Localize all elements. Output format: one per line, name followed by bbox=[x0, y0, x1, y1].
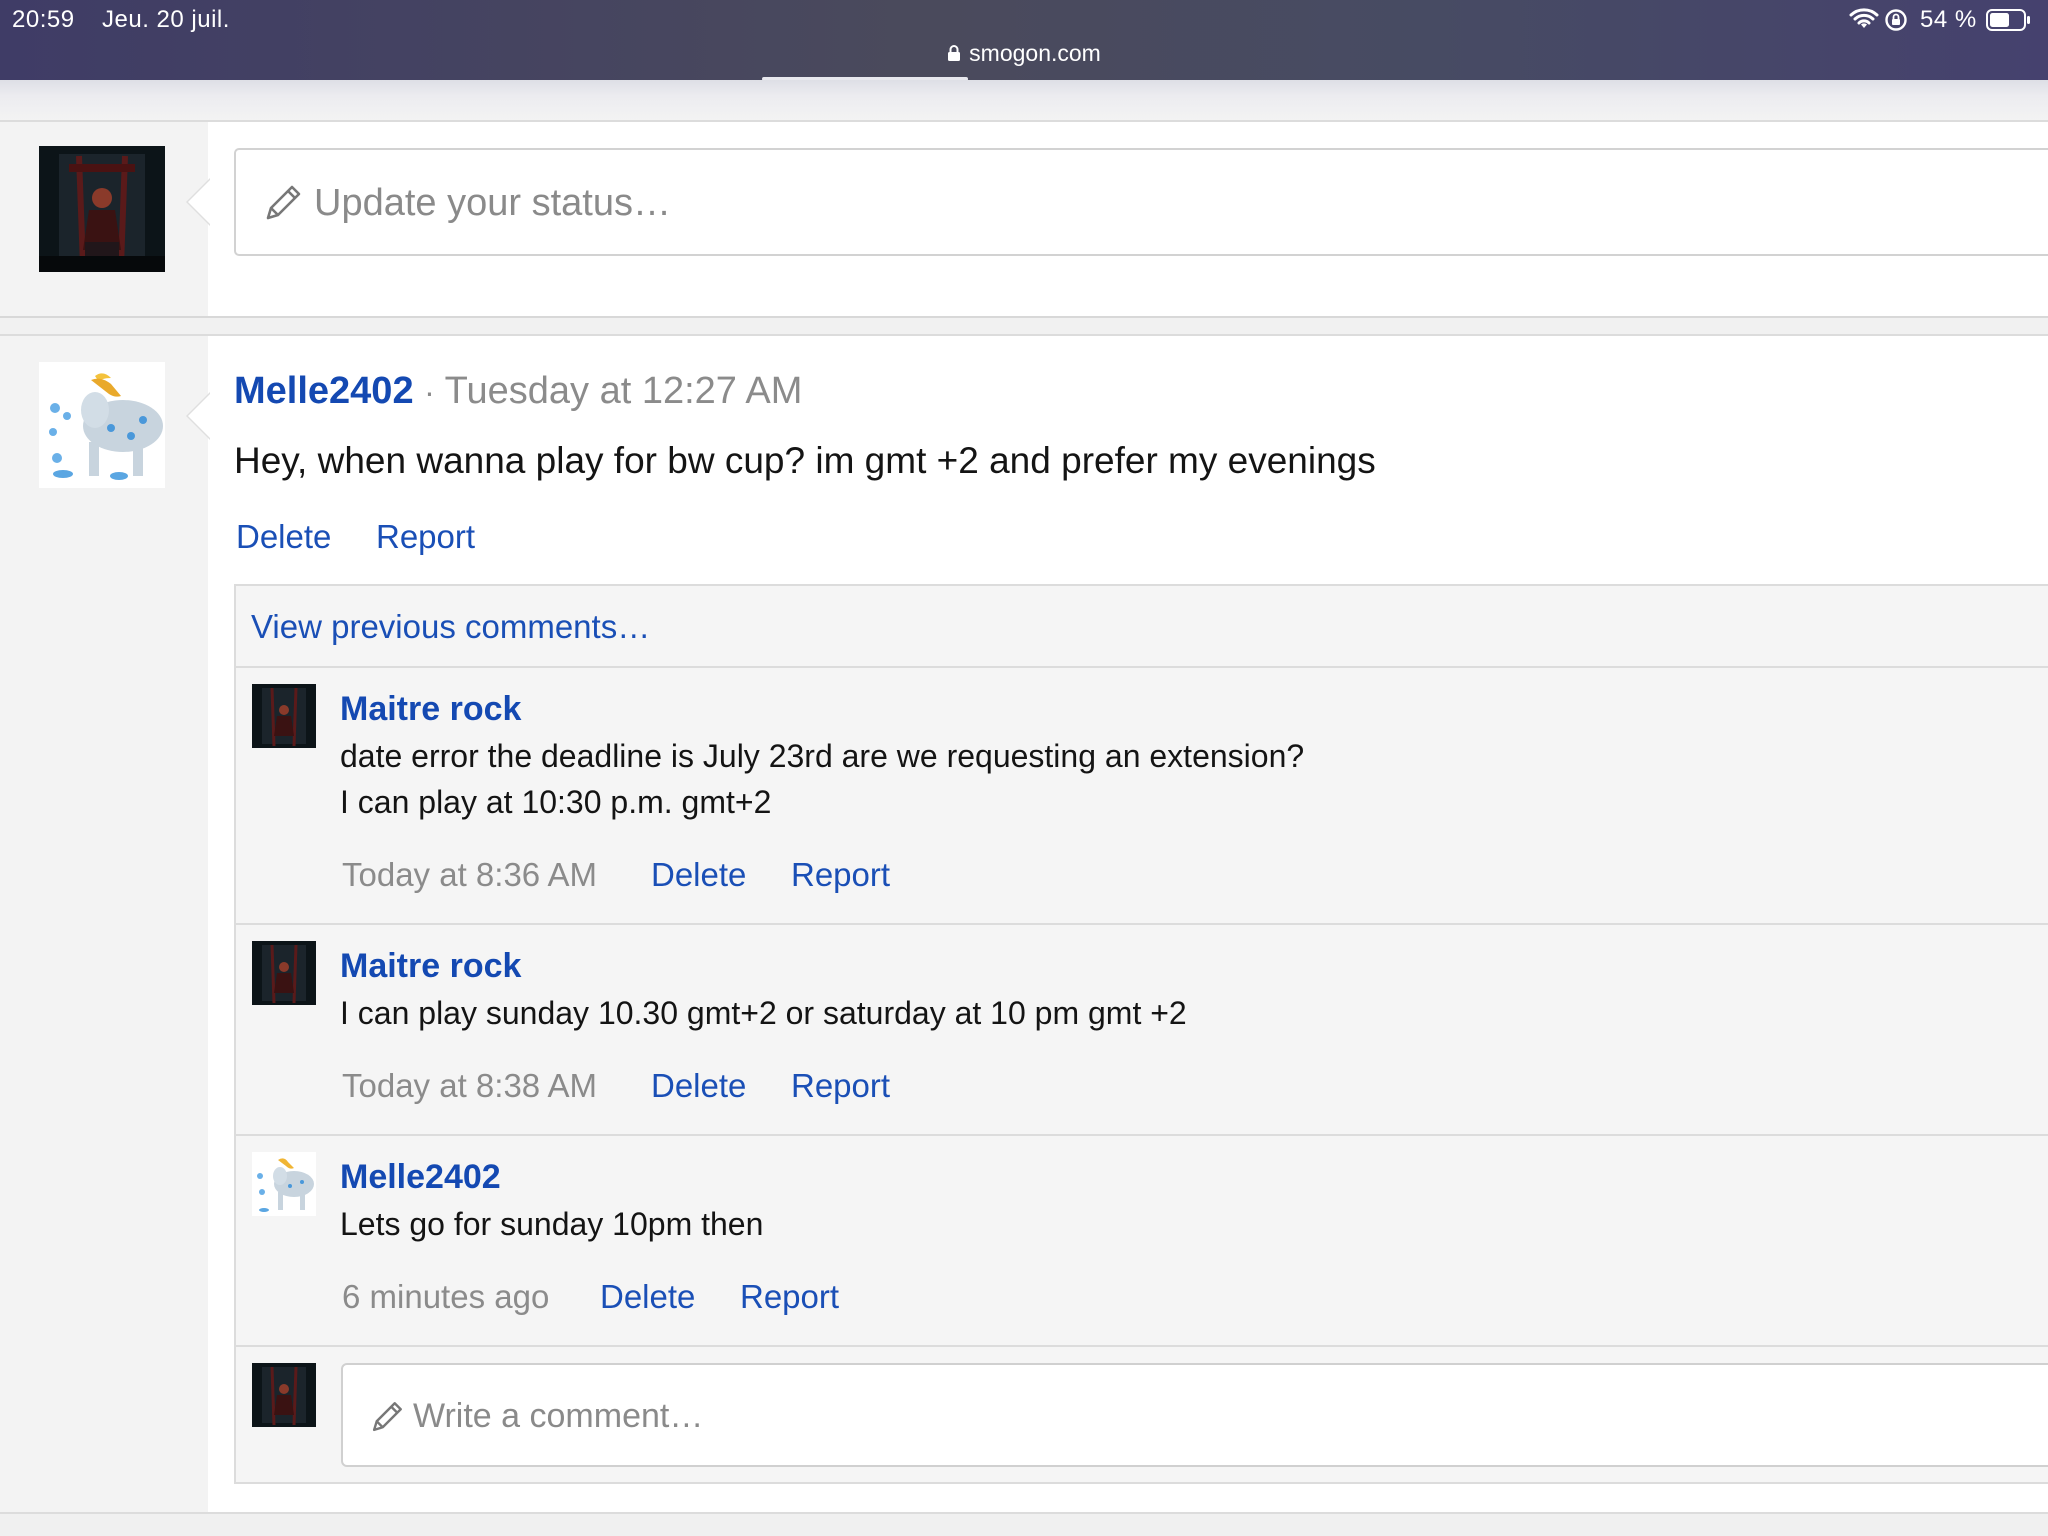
comment-text-line: Lets go for sunday 10pm then bbox=[340, 1206, 764, 1242]
comment-avatar[interactable] bbox=[252, 941, 316, 1005]
status-update-input[interactable]: Update your status… bbox=[234, 148, 2048, 256]
comment-text-line: I can play sunday 10.30 gmt+2 or saturda… bbox=[340, 995, 1187, 1031]
post-header: Melle2402 · Tuesday at 12:27 AM bbox=[234, 370, 802, 413]
post-author-link[interactable]: Melle2402 bbox=[234, 370, 414, 412]
clock: 20:59 bbox=[12, 6, 75, 33]
comment-author-link[interactable]: Maitre rock bbox=[340, 947, 521, 986]
battery-percent: 54 % bbox=[1920, 6, 1977, 33]
divider bbox=[0, 120, 2048, 122]
date: Jeu. 20 juil. bbox=[102, 6, 230, 33]
comment-report-link[interactable]: Report bbox=[791, 856, 890, 894]
comment-timestamp[interactable]: 6 minutes ago bbox=[342, 1278, 549, 1316]
comment-avatar[interactable] bbox=[252, 684, 316, 748]
pencil-icon bbox=[262, 182, 304, 229]
comment-report-link[interactable]: Report bbox=[740, 1278, 839, 1316]
comment-author-link[interactable]: Maitre rock bbox=[340, 690, 521, 729]
comment-divider bbox=[236, 923, 2048, 925]
divider bbox=[0, 316, 2048, 336]
comment-author-link[interactable]: Melle2402 bbox=[340, 1158, 501, 1197]
comment-delete-link[interactable]: Delete bbox=[651, 856, 746, 894]
post-message: Hey, when wanna play for bw cup? im gmt … bbox=[234, 440, 1376, 481]
page-footer-strip bbox=[0, 1514, 2048, 1536]
speech-pointer bbox=[186, 178, 210, 226]
address-bar[interactable]: smogon.com bbox=[0, 40, 2048, 68]
orientation-lock-icon bbox=[1884, 8, 1908, 37]
status-placeholder: Update your status… bbox=[314, 182, 671, 224]
comment-delete-link[interactable]: Delete bbox=[651, 1067, 746, 1105]
post-author-avatar[interactable] bbox=[39, 362, 165, 488]
comment-divider bbox=[236, 666, 2048, 668]
comment-divider bbox=[236, 1134, 2048, 1136]
pencil-icon bbox=[369, 1399, 405, 1440]
comment-timestamp[interactable]: Today at 8:38 AM bbox=[342, 1067, 597, 1105]
comment-avatar[interactable] bbox=[252, 1152, 316, 1216]
lock-icon bbox=[947, 41, 961, 68]
comment-text-line: date error the deadline is July 23rd are… bbox=[340, 738, 1305, 774]
comment-delete-link[interactable]: Delete bbox=[600, 1278, 695, 1316]
comment-placeholder: Write a comment… bbox=[413, 1397, 704, 1435]
toolbar-shadow bbox=[0, 80, 2048, 120]
comment-report-link[interactable]: Report bbox=[791, 1067, 890, 1105]
post-separator: · bbox=[424, 374, 435, 410]
comment-timestamp[interactable]: Today at 8:36 AM bbox=[342, 856, 597, 894]
post-timestamp[interactable]: Tuesday at 12:27 AM bbox=[445, 370, 803, 412]
post-report-link[interactable]: Report bbox=[376, 518, 475, 556]
comment-text-line: I can play at 10:30 p.m. gmt+2 bbox=[340, 784, 772, 820]
wifi-icon bbox=[1849, 8, 1879, 37]
current-user-avatar[interactable] bbox=[39, 146, 165, 272]
browser-status-bar: 20:59 Jeu. 20 juil. 54 % smogon.com bbox=[0, 0, 2048, 81]
url-text: smogon.com bbox=[969, 40, 1101, 66]
speech-pointer bbox=[186, 392, 210, 440]
current-user-avatar-small bbox=[252, 1363, 316, 1427]
comment-divider bbox=[236, 1345, 2048, 1347]
view-previous-comments-link[interactable]: View previous comments… bbox=[251, 608, 650, 646]
write-comment-input[interactable]: Write a comment… bbox=[341, 1363, 2048, 1467]
post-delete-link[interactable]: Delete bbox=[236, 518, 331, 556]
battery-icon bbox=[1986, 8, 2032, 37]
